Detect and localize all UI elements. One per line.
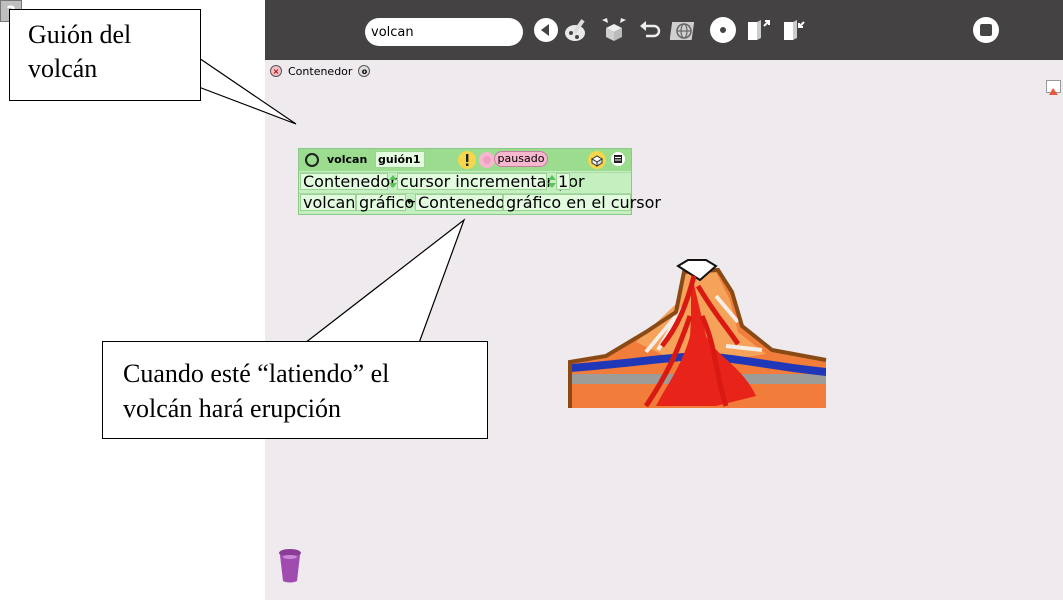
callout-line: volcán [28,54,98,83]
callout-script: Guión del volcán [9,9,201,101]
callout-line: Guión del [28,20,132,49]
callout-eruption: Cuando esté “latiendo” el volcán hará er… [102,341,488,439]
callout-line: Cuando esté “latiendo” el [123,359,390,388]
callout-line: volcán hará erupción [123,394,342,423]
